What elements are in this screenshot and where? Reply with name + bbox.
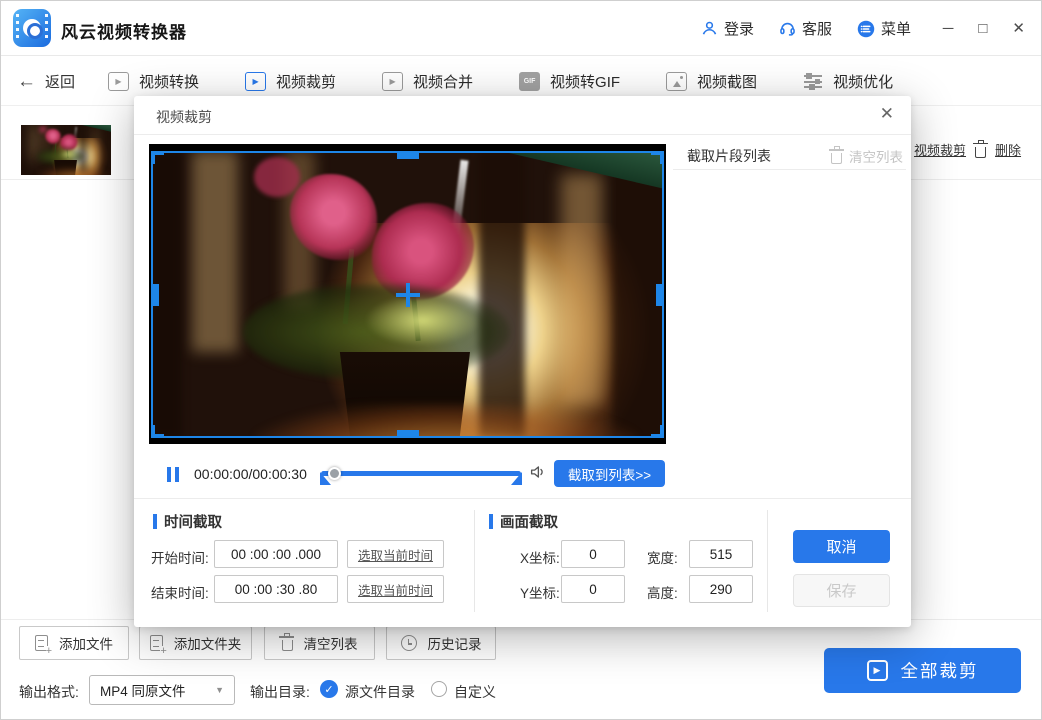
app-window: 风云视频转换器 登录 客服 菜单 ─ □ ✕ ← 返回	[0, 0, 1042, 720]
pause-icon[interactable]	[167, 467, 171, 482]
minimize-icon[interactable]: ─	[943, 21, 954, 36]
headset-icon	[779, 20, 796, 37]
optimize-sliders-icon	[803, 72, 823, 91]
trash-icon	[831, 153, 842, 164]
timeline-slider[interactable]	[321, 471, 521, 485]
crop-handle-bottom-right[interactable]	[651, 425, 664, 438]
trash-icon	[282, 640, 293, 651]
caret-down-icon: ▼	[215, 685, 224, 695]
save-button[interactable]: 保存	[793, 574, 890, 607]
menu-label: 菜单	[881, 18, 911, 39]
radio-custom-dir[interactable]	[431, 681, 447, 697]
volume-icon[interactable]	[528, 463, 548, 484]
y-coord-label: Y坐标:	[520, 582, 560, 602]
playhead-thumb[interactable]	[328, 467, 341, 480]
y-coord-input[interactable]: 0	[561, 575, 625, 603]
height-label: 高度:	[647, 582, 678, 602]
history-button[interactable]: 历史记录	[386, 626, 496, 660]
crop-all-button[interactable]: ▶ 全部裁剪	[824, 648, 1021, 693]
capture-to-list-button[interactable]: 截取到列表>>	[554, 460, 665, 487]
radio-source-dir-label: 源文件目录	[345, 682, 415, 702]
back-arrow-icon: ←	[17, 72, 36, 91]
add-folder-button[interactable]: 添加文件夹	[139, 626, 252, 660]
crop-handle-left[interactable]	[151, 284, 159, 306]
add-file-button[interactable]: 添加文件	[19, 626, 129, 660]
width-label: 宽度:	[647, 547, 678, 567]
row-delete-link[interactable]: 删除	[995, 140, 1021, 159]
check-icon: ✓	[324, 683, 333, 696]
pick-current-time-start-button[interactable]: 选取当前时间	[347, 540, 444, 568]
tab-video-to-gif[interactable]: GIF 视频转GIF	[519, 71, 620, 92]
menu-icon	[857, 20, 875, 38]
support-button[interactable]: 客服	[779, 18, 832, 39]
title-bar: 风云视频转换器 登录 客服 菜单 ─ □ ✕	[1, 1, 1041, 56]
back-button[interactable]: ← 返回	[17, 57, 75, 106]
end-time-input[interactable]: 00 :00 :30 .80	[214, 575, 338, 603]
output-format-value: MP4 同原文件	[100, 680, 186, 700]
crop-handle-right[interactable]	[656, 284, 664, 306]
playback-time: 00:00:00/00:00:30	[194, 466, 307, 482]
width-input[interactable]: 515	[689, 540, 753, 568]
start-time-input[interactable]: 00 :00 :00 .000	[214, 540, 338, 568]
user-icon	[701, 20, 718, 37]
dialog-close-icon[interactable]: ✕	[880, 104, 894, 124]
height-input[interactable]: 290	[689, 575, 753, 603]
x-coord-label: X坐标:	[520, 547, 560, 567]
time-section-heading: 时间截取	[153, 511, 222, 532]
output-dir-label: 输出目录:	[250, 682, 310, 702]
gif-file-icon: GIF	[519, 72, 540, 91]
add-folder-icon	[150, 635, 163, 651]
crop-handle-top-left[interactable]	[151, 151, 164, 164]
cancel-button[interactable]: 取消	[793, 530, 890, 563]
tab-video-crop[interactable]: ▶ 视频裁剪	[245, 71, 336, 92]
x-coord-input[interactable]: 0	[561, 540, 625, 568]
menu-button[interactable]: 菜单	[857, 18, 911, 39]
screenshot-icon	[666, 72, 687, 91]
trash-icon	[975, 147, 986, 158]
video-crop-icon: ▶	[245, 72, 266, 91]
video-merge-icon: ▶	[382, 72, 403, 91]
back-label: 返回	[45, 71, 75, 92]
video-thumbnail	[21, 125, 111, 175]
play-icon: ▶	[867, 660, 888, 681]
crop-handle-top-right[interactable]	[651, 151, 664, 164]
video-crop-dialog: 视频裁剪 ✕	[134, 96, 911, 627]
crop-all-label: 全部裁剪	[901, 658, 979, 683]
clip-list-header: 截取片段列表	[687, 146, 771, 166]
clear-list-button[interactable]: 清空列表	[264, 626, 375, 660]
crosshair-icon	[406, 283, 410, 307]
file-row-actions: 视频裁剪 删除	[914, 140, 1021, 159]
radio-source-dir[interactable]: ✓	[320, 680, 338, 698]
end-time-label: 结束时间:	[151, 582, 209, 602]
maximize-icon[interactable]: □	[978, 21, 987, 36]
clock-icon	[401, 635, 417, 651]
radio-custom-dir-label: 自定义	[454, 682, 496, 702]
crop-handle-bottom-left[interactable]	[151, 425, 164, 438]
support-label: 客服	[802, 18, 832, 39]
tab-video-optimize[interactable]: 视频优化	[803, 71, 893, 92]
crop-handle-bottom[interactable]	[397, 430, 419, 438]
video-convert-icon: ▶	[108, 72, 129, 91]
close-icon[interactable]: ✕	[1012, 21, 1025, 36]
pick-current-time-end-button[interactable]: 选取当前时间	[347, 575, 444, 603]
row-crop-link[interactable]: 视频裁剪	[914, 140, 966, 159]
output-format-select[interactable]: MP4 同原文件 ▼	[89, 675, 235, 705]
tab-video-screenshot[interactable]: 视频截图	[666, 71, 757, 92]
tab-video-convert[interactable]: ▶ 视频转换	[108, 71, 199, 92]
app-logo-icon	[13, 9, 51, 47]
video-preview	[149, 144, 666, 444]
crop-selection[interactable]	[151, 151, 664, 438]
add-file-icon	[35, 635, 48, 651]
clear-clip-list-button[interactable]: 清空列表	[831, 146, 903, 166]
output-format-label: 输出格式:	[19, 682, 79, 702]
login-label: 登录	[724, 18, 754, 39]
tab-video-merge[interactable]: ▶ 视频合并	[382, 71, 473, 92]
dialog-title: 视频裁剪	[156, 107, 212, 127]
frame-section-heading: 画面截取	[489, 511, 558, 532]
login-button[interactable]: 登录	[701, 18, 754, 39]
crop-handle-top[interactable]	[397, 151, 419, 159]
start-time-label: 开始时间:	[151, 547, 209, 567]
app-title: 风云视频转换器	[61, 18, 187, 43]
